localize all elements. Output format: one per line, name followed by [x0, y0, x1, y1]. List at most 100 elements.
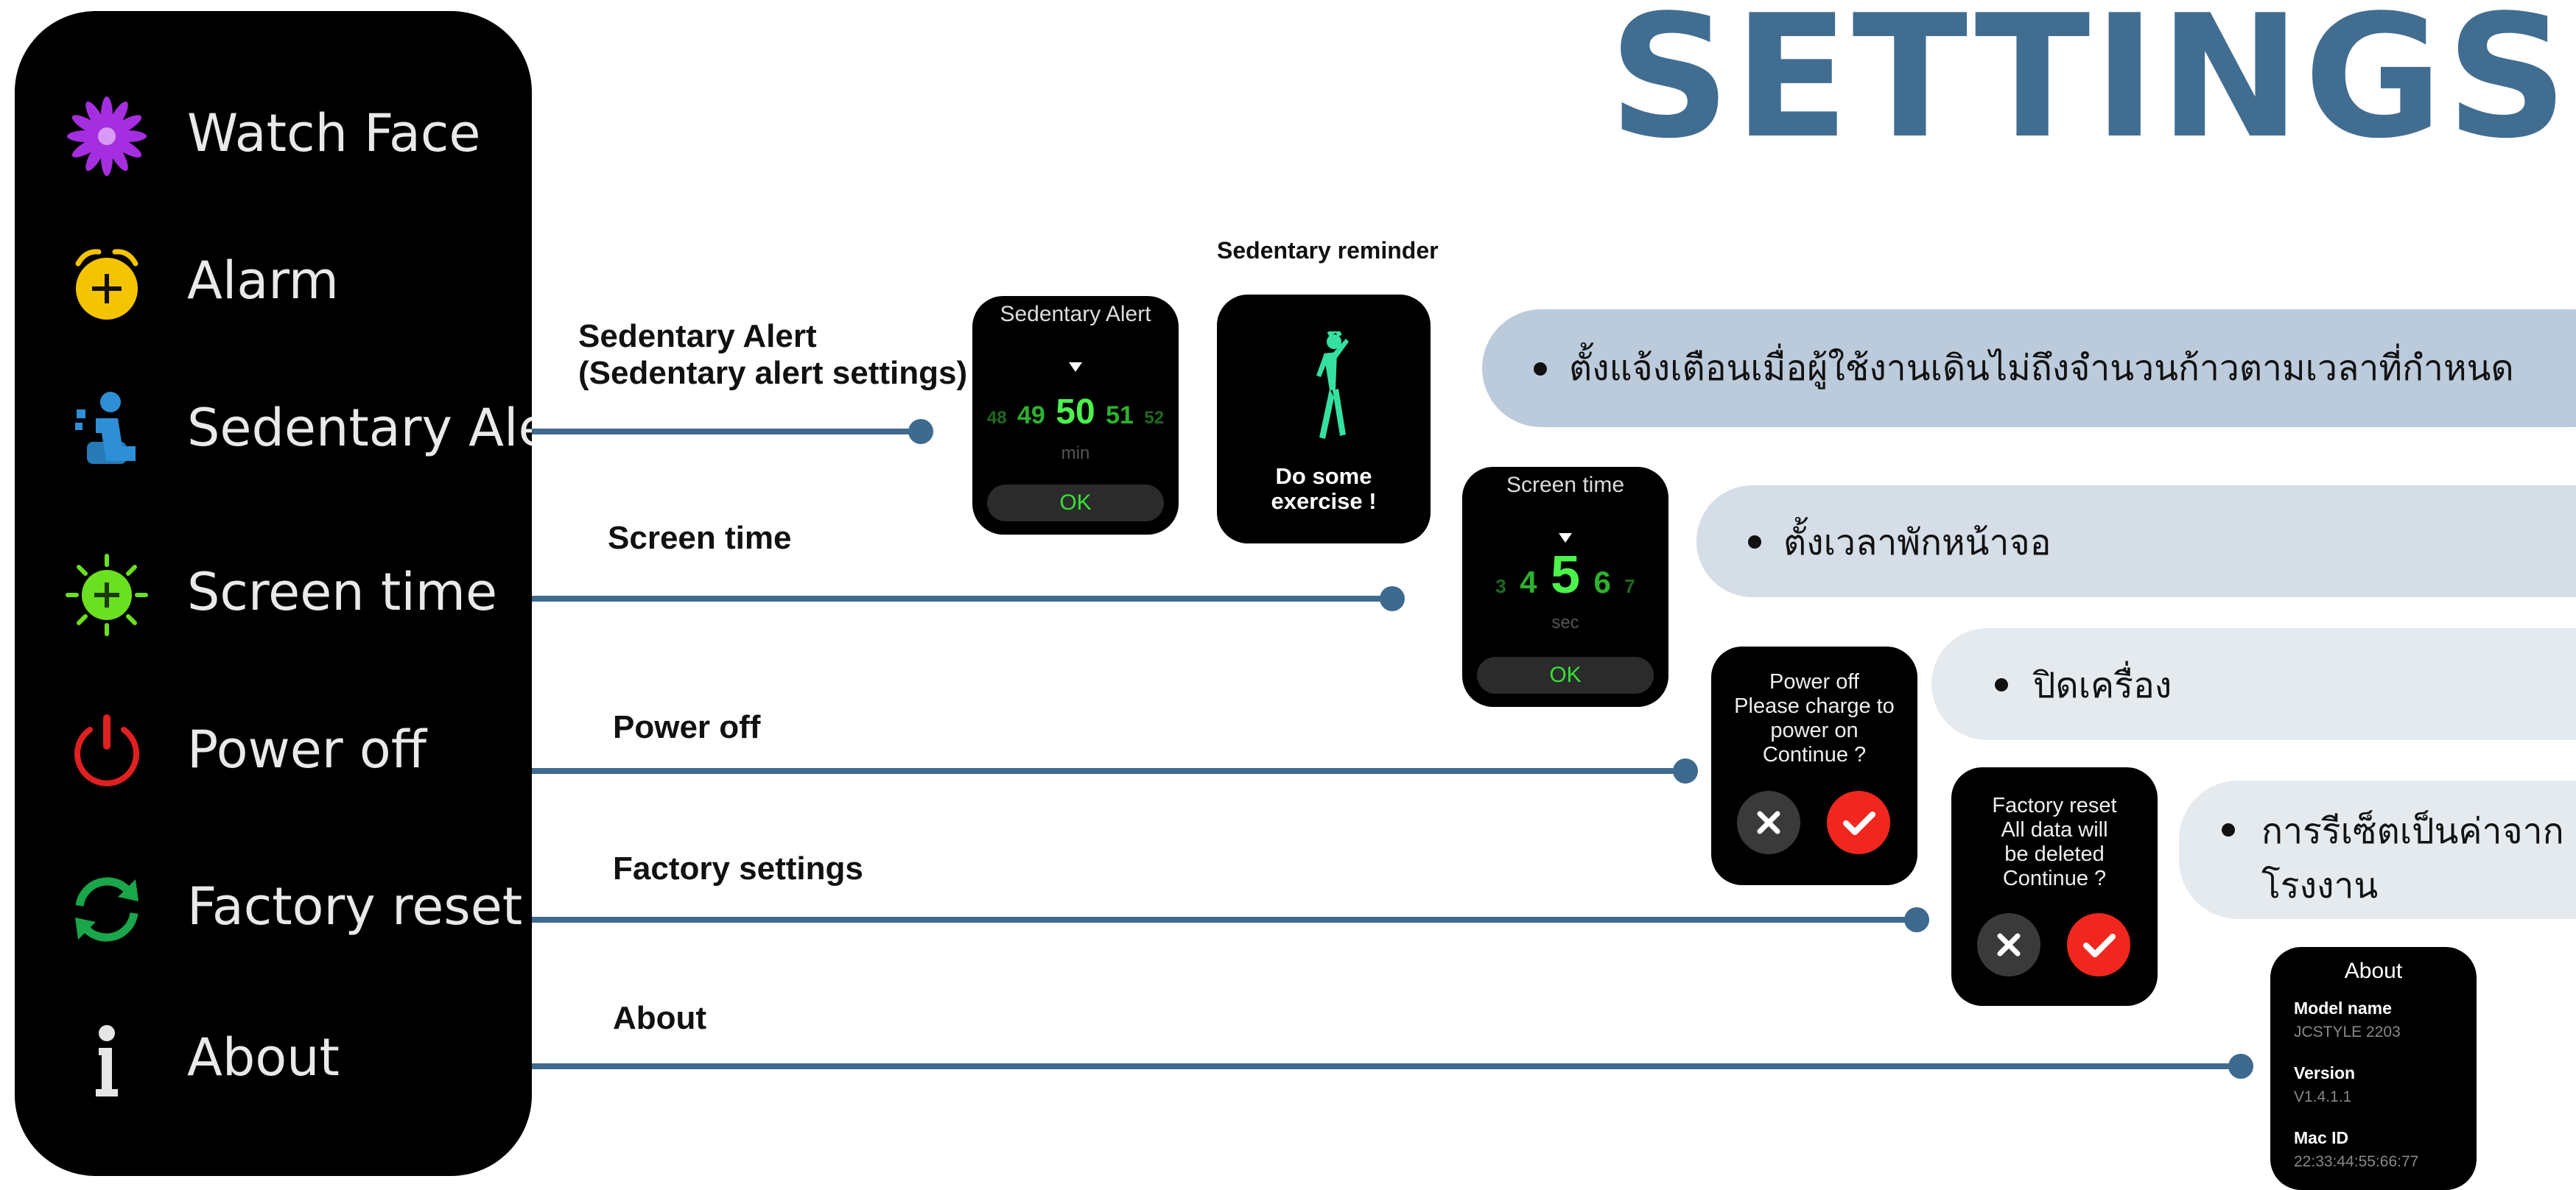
about-watch: About Model name JCSTYLE 2203 Version V1… — [2270, 947, 2477, 1190]
menu-item-screen-time[interactable]: Screen time — [15, 540, 532, 650]
stretching-person-icon — [1316, 331, 1349, 439]
factory-reset-cancel-button[interactable] — [1977, 913, 2040, 976]
bullet-icon — [1995, 678, 2008, 691]
about-mac-label: Mac ID — [2294, 1128, 2349, 1147]
menu-item-about[interactable]: About — [15, 1005, 532, 1116]
power-off-confirm-button[interactable] — [1827, 791, 1890, 854]
connector-label-sedentary-line2: (Sedentary alert settings) — [578, 355, 968, 391]
exercise-message: Do some exercise ! — [1217, 464, 1431, 514]
connector-label-screen-time: Screen time — [608, 520, 792, 556]
menu-item-watch-face[interactable]: Watch Face — [15, 81, 532, 191]
power-icon — [74, 714, 139, 786]
exercise-reminder-watch: Do some exercise ! — [1217, 295, 1431, 543]
about-mac-value: 22:33:44:55:66:77 — [2294, 1153, 2419, 1170]
factory-reset-line2: All data will — [2001, 818, 2108, 842]
exercise-line2: exercise ! — [1271, 488, 1377, 514]
about-watch-title: About — [2344, 959, 2403, 983]
menu-label-alarm: Alarm — [187, 250, 339, 311]
sedentary-alert-watch: Sedentary Alert 48 49 50 51 52 min OK — [972, 296, 1179, 535]
bullet-icon — [1534, 362, 1547, 376]
about-version-label: Version — [2294, 1063, 2356, 1082]
selector-arrow-icon — [1559, 533, 1572, 543]
description-pill-factory-reset: การรีเซ็ตเป็นค่าจาก โรงงาน — [2179, 781, 2576, 919]
picker-value: 4 — [1520, 565, 1537, 599]
selector-arrow-icon — [1069, 362, 1082, 372]
description-pill-sedentary: ตั้งแจ้งเตือนเมื่อผู้ใช้งานเดินไม่ถึงจำน… — [1482, 309, 2576, 427]
connector-label-power-off: Power off — [613, 709, 761, 745]
watch-face-flower-icon — [67, 96, 147, 176]
power-off-line4: Continue ? — [1762, 743, 1867, 767]
sedentary-ok-button[interactable]: OK — [987, 485, 1164, 521]
sedentary-reminder-caption: Sedentary reminder — [1217, 237, 1439, 264]
description-screen-time: ตั้งเวลาพักหน้าจอ — [1783, 522, 2052, 563]
alarm-clock-icon — [75, 249, 138, 320]
check-icon — [2083, 934, 2116, 957]
connector-line-screen-time — [532, 596, 1392, 602]
menu-item-power-off[interactable]: Power off — [15, 697, 532, 808]
screen-time-unit: sec — [1551, 613, 1579, 633]
factory-reset-line4: Continue ? — [2002, 867, 2107, 890]
connector-dot-about — [2228, 1054, 2253, 1079]
menu-item-factory-reset[interactable]: Factory reset — [15, 854, 532, 965]
description-power-off: ปิดเครื่อง — [2033, 665, 2172, 706]
about-version-value: V1.4.1.1 — [2294, 1088, 2352, 1105]
connector-label-factory-settings: Factory settings — [613, 851, 863, 887]
sedentary-watch-title: Sedentary Alert — [1000, 302, 1151, 326]
menu-label-screen-time: Screen time — [187, 562, 498, 622]
info-icon — [96, 1025, 118, 1096]
description-factory-reset: การรีเซ็ตเป็นค่าจาก โรงงาน — [2261, 804, 2564, 913]
bullet-icon — [2222, 823, 2235, 837]
picker-selected-value: 50 — [1056, 392, 1095, 432]
menu-label-watch-face: Watch Face — [187, 103, 481, 163]
connector-dot-sedentary — [908, 419, 933, 444]
connector-label-sedentary-alert: Sedentary Alert (Sedentary alert setting… — [578, 318, 967, 392]
connector-label-sedentary-line1: Sedentary Alert — [578, 318, 817, 354]
picker-value: 7 — [1624, 575, 1635, 597]
picker-value: 52 — [1144, 408, 1165, 428]
close-icon — [1997, 933, 2021, 957]
description-factory-line2: โรงงาน — [2261, 865, 2379, 906]
picker-value: 48 — [986, 408, 1007, 428]
reset-arrows-icon — [75, 877, 138, 942]
sedentary-picker[interactable]: 48 49 50 51 52 — [972, 392, 1179, 436]
power-off-message: Power off Please charge to power on Cont… — [1711, 670, 1917, 767]
menu-label-power-off: Power off — [187, 719, 427, 780]
screen-time-picker[interactable]: 3 4 5 6 7 — [1462, 545, 1668, 605]
connector-line-sedentary — [532, 429, 921, 434]
menu-label-factory-reset: Factory reset — [187, 876, 523, 937]
picker-value: 3 — [1495, 575, 1506, 597]
power-off-line3: power on — [1770, 719, 1859, 742]
screen-time-sun-icon — [66, 554, 148, 636]
factory-reset-confirm-button[interactable] — [2067, 913, 2130, 976]
power-off-line1: Power off — [1769, 670, 1859, 694]
connector-dot-factory — [1904, 907, 1929, 932]
menu-label-about: About — [187, 1027, 340, 1088]
sedentary-person-icon — [75, 392, 136, 464]
menu-item-sedentary-alert[interactable]: Sedentary Aler — [15, 376, 532, 486]
bullet-icon — [1748, 535, 1761, 549]
exercise-line1: Do some — [1275, 463, 1372, 489]
sedentary-unit: min — [1061, 443, 1090, 463]
power-off-cancel-button[interactable] — [1737, 791, 1800, 854]
picker-selected-value: 5 — [1550, 546, 1581, 605]
check-icon — [1843, 811, 1875, 835]
picker-value: 51 — [1106, 401, 1134, 429]
screen-time-watch: Screen time 3 4 5 6 7 sec OK — [1462, 467, 1668, 707]
connector-label-about: About — [613, 1000, 707, 1036]
power-off-watch: Power off Please charge to power on Cont… — [1711, 647, 1917, 885]
connector-line-power-off — [532, 768, 1685, 774]
about-model-value: JCSTYLE 2203 — [2294, 1024, 2401, 1041]
description-factory-line1: การรีเซ็ตเป็นค่าจาก — [2261, 811, 2564, 852]
connector-line-factory — [532, 917, 1917, 923]
description-pill-screen-time: ตั้งเวลาพักหน้าจอ — [1696, 485, 2576, 597]
connector-dot-power-off — [1673, 758, 1698, 784]
picker-value: 49 — [1017, 401, 1045, 429]
screen-time-ok-button[interactable]: OK — [1477, 657, 1654, 694]
screen-time-watch-title: Screen time — [1506, 473, 1625, 497]
menu-item-alarm[interactable]: Alarm — [15, 228, 532, 339]
factory-reset-line3: be deleted — [2004, 842, 2105, 866]
watch-settings-menu: Watch Face Alarm Sedentary Aler — [15, 11, 532, 1176]
factory-reset-watch: Factory reset All data will be deleted C… — [1951, 767, 2158, 1006]
about-model-label: Model name — [2294, 999, 2392, 1018]
connector-dot-screen-time — [1380, 586, 1405, 611]
